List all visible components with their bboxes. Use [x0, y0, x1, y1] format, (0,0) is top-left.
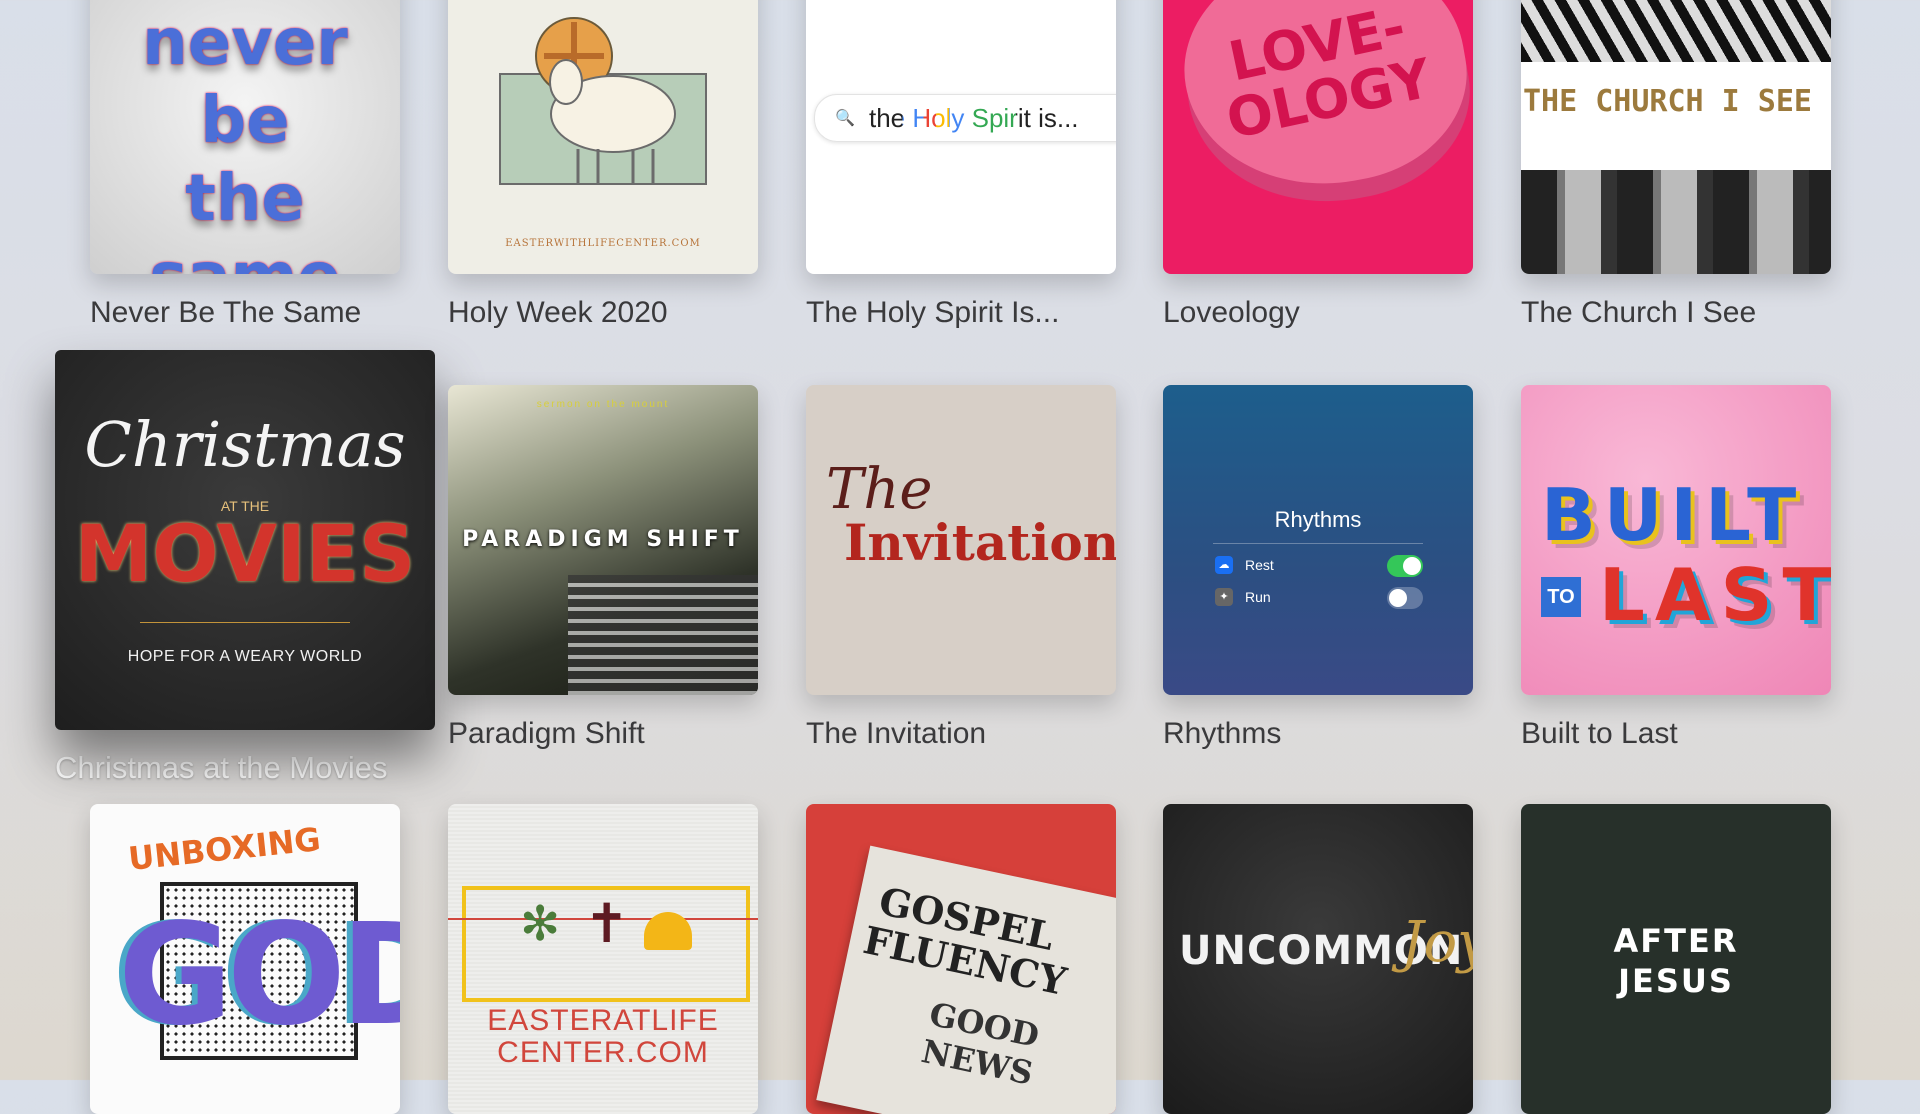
artwork-never-be-the-same: never be the same [90, 0, 400, 274]
artwork-loveology: LOVE-OLOGY [1163, 0, 1473, 274]
art-small: TO [1541, 577, 1581, 617]
cloud-icon: ☁ [1215, 556, 1233, 574]
toggle-row-rest: ☁ Rest [1215, 553, 1423, 579]
art-photo-strip [1521, 170, 1831, 274]
art-big: GOD [118, 894, 400, 1057]
tile-title: Rhythms [1163, 717, 1282, 750]
tile-never-be-the-same[interactable]: never be the same Never Be The Same [90, 0, 400, 330]
artwork-uncommon-joy: UNCOMMON Joy [1163, 804, 1473, 1114]
tile-title: Christmas at the Movies [55, 750, 388, 785]
art-big-2: LAST [1599, 553, 1831, 637]
toggle-switch-off [1387, 587, 1423, 609]
art-script: Christmas [84, 408, 406, 481]
artwork-the-invitation: The Invitation [806, 385, 1116, 695]
lamb-illustration [499, 17, 707, 185]
tile-title: The Invitation [806, 717, 987, 750]
tile-rhythms[interactable]: Rhythms ☁ Rest ✦ Run Rhythms [1163, 385, 1473, 751]
artwork-gospel-fluency: GOSPEL FLUENCY GOOD NEWS [806, 804, 1116, 1114]
tile-the-invitation[interactable]: The Invitation The Invitation [806, 385, 1116, 751]
toggle-label: Run [1245, 589, 1271, 605]
tile-title: Holy Week 2020 [448, 296, 668, 329]
art-text-2: JESUS [1618, 962, 1734, 1000]
art-big: BUILT [1541, 473, 1805, 557]
art-text-2: CENTER.COM [497, 1036, 709, 1069]
artwork-holy-week: EASTERWITHLIFECENTER.COM [448, 0, 758, 274]
tile-easter-at-life-center[interactable]: ✻ ✝ EASTERATLIFE CENTER.COM [448, 804, 758, 1114]
toggle-row-run: ✦ Run [1215, 585, 1423, 611]
artwork-paradigm-shift: sermon on the mount PARADIGM SHIFT [448, 385, 758, 695]
search-icon: 🔍 [835, 110, 855, 127]
search-bar: 🔍 the Holy Spirit is... [814, 94, 1116, 142]
divider [140, 622, 350, 623]
tile-gospel-fluency[interactable]: GOSPEL FLUENCY GOOD NEWS [806, 804, 1116, 1114]
art-text: PARADIGM SHIFT [462, 527, 744, 552]
art-big: MOVIES [74, 510, 416, 600]
art-text: AFTER [1613, 922, 1739, 960]
search-query: the Holy Spirit is... [869, 103, 1079, 133]
tile-title: Paradigm Shift [448, 717, 645, 750]
tile-after-jesus[interactable]: AFTER JESUS [1521, 804, 1831, 1114]
art-small: UNBOXING [126, 820, 323, 878]
tile-title: Loveology [1163, 296, 1300, 329]
art-text: never be the same [142, 6, 348, 274]
tile-title: Never Be The Same [90, 296, 362, 329]
toggle-label: Rest [1245, 557, 1274, 573]
artwork-easter-life-center: ✻ ✝ EASTERATLIFE CENTER.COM [448, 804, 758, 1114]
art-script: Joy [1401, 910, 1473, 975]
tile-title: The Church I See [1521, 296, 1757, 329]
artwork-unboxing-god: UNBOXING GOD [90, 804, 400, 1114]
art-rule [1213, 543, 1423, 544]
art-subtitle: HOPE FOR A WEARY WORLD [127, 648, 363, 665]
tile-uncommon-joy[interactable]: UNCOMMON Joy [1163, 804, 1473, 1114]
tile-church-i-see[interactable]: THE CHURCH I SEE The Church I See [1521, 0, 1831, 330]
tile-loveology[interactable]: LOVE-OLOGY Loveology [1163, 0, 1473, 330]
art-text: Invitation [844, 513, 1116, 572]
art-text: EASTERATLIFE [487, 1004, 719, 1037]
artwork-built-to-last: BUILT TO LAST [1521, 385, 1831, 695]
runner-icon: ✦ [1215, 588, 1233, 606]
palm-icon: ✻ [520, 898, 561, 951]
tile-unboxing-god[interactable]: UNBOXING GOD [90, 804, 400, 1114]
art-text: THE CHURCH I SEE [1523, 84, 1812, 119]
artwork-rhythms: Rhythms ☁ Rest ✦ Run [1163, 385, 1473, 695]
artwork-church-i-see: THE CHURCH I SEE [1521, 0, 1831, 274]
art-heading: Rhythms [1274, 507, 1362, 532]
tile-holy-week-2020[interactable]: EASTERWITHLIFECENTER.COM Holy Week 2020 [448, 0, 758, 330]
tile-christmas-at-the-movies[interactable]: Christmas AT THE MOVIES HOPE FOR A WEARY… [55, 350, 435, 786]
art-stripes [568, 575, 758, 695]
art-photo-top [1521, 0, 1831, 62]
art-small: sermon on the mount [536, 399, 670, 410]
tile-paradigm-shift[interactable]: sermon on the mount PARADIGM SHIFT Parad… [448, 385, 758, 751]
tile-title: The Holy Spirit Is... [806, 296, 1060, 329]
artwork-christmas-movies: Christmas AT THE MOVIES HOPE FOR A WEARY… [55, 350, 435, 730]
art-url: EASTERWITHLIFECENTER.COM [505, 238, 701, 249]
cross-icon: ✝ [584, 894, 630, 954]
artwork-holy-spirit: 🔍 the Holy Spirit is... [806, 0, 1116, 274]
artwork-after-jesus: AFTER JESUS [1521, 804, 1831, 1114]
tile-title: Built to Last [1521, 717, 1678, 750]
toggle-switch-on [1387, 555, 1423, 577]
tile-holy-spirit[interactable]: 🔍 the Holy Spirit is... The Holy Spirit … [806, 0, 1116, 330]
tile-built-to-last[interactable]: BUILT TO LAST Built to Last [1521, 385, 1831, 751]
